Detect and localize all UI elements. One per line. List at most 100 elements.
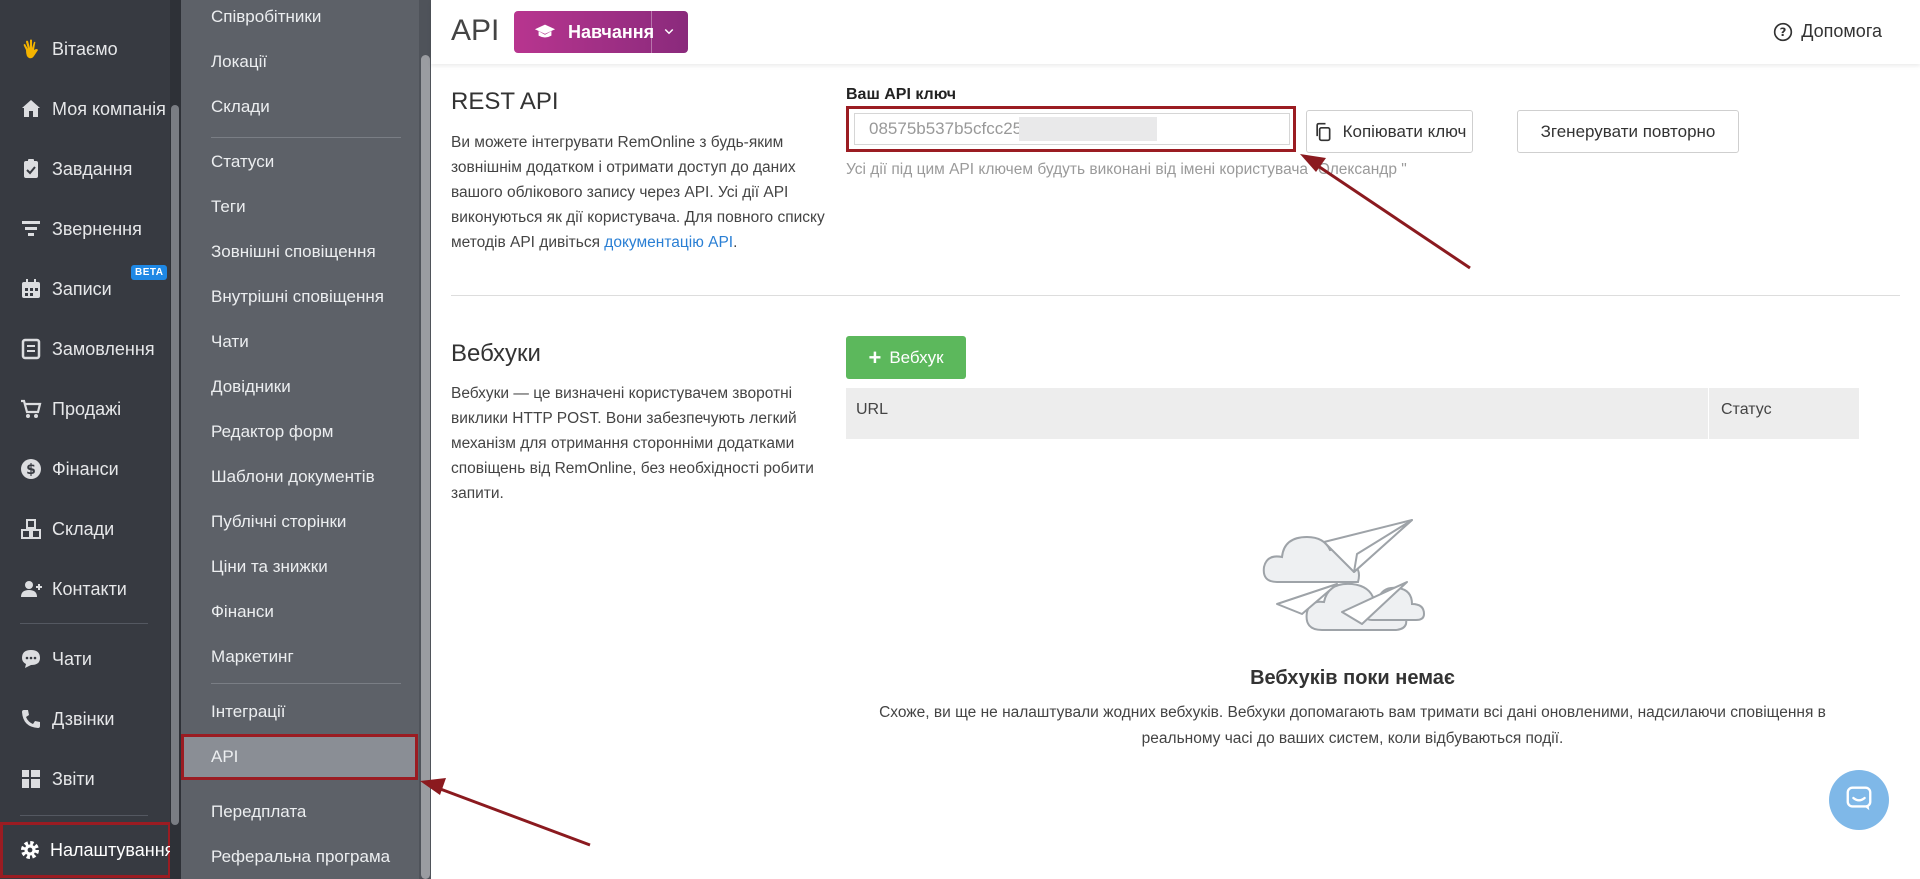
nav-item-calls[interactable]: Дзвінки [0, 691, 170, 747]
chat-icon [18, 646, 44, 672]
nav-item-my-company[interactable]: Моя компанія [0, 81, 170, 137]
regenerate-key-label: Згенерувати повторно [1540, 121, 1716, 141]
nav-item-label: Звернення [52, 218, 142, 239]
subnav-item-label: Реферальна програма [211, 847, 391, 866]
subnav-item-directories[interactable]: Довідники [181, 365, 418, 409]
nav-item-contacts[interactable]: Контакти [0, 561, 170, 617]
support-chat-button[interactable] [1829, 770, 1889, 830]
subnav-item-statuses[interactable]: Статуси [181, 140, 418, 184]
subnav-item-prices-discounts[interactable]: Ціни та знижки [181, 545, 418, 589]
subnav-item-marketing[interactable]: Маркетинг [181, 635, 418, 679]
subnav-scrollbar-thumb[interactable] [421, 55, 430, 879]
subnav-item-document-templates[interactable]: Шаблони документів [181, 455, 418, 499]
learning-button[interactable]: Навчання [514, 11, 688, 53]
webhooks-title: Вебхуки [451, 340, 541, 367]
beta-badge: BETA [131, 265, 168, 280]
chevron-down-icon[interactable] [660, 22, 678, 40]
clipboard-check-icon [18, 156, 44, 182]
subnav-item-warehouses[interactable]: Склади [181, 85, 418, 129]
section-divider [451, 295, 1900, 296]
settings-subnav: Співробітники Локації Склади Статуси Тег… [181, 0, 431, 879]
subnav-item-label: Статуси [211, 152, 275, 171]
page-header: API Навчання ? Допомога [431, 0, 1920, 64]
subnav-item-label: Публічні сторінки [211, 512, 347, 531]
phone-icon [18, 706, 44, 732]
api-key-note: Усі дії під цим API ключем будуть викона… [846, 161, 1407, 178]
nav-item-reports[interactable]: Звіти [0, 751, 170, 807]
nav-item-tasks[interactable]: Завдання [0, 141, 170, 197]
regenerate-key-button[interactable]: Згенерувати повторно [1517, 110, 1739, 153]
nav-item-welcome[interactable]: Вітаємо [0, 21, 170, 77]
chat-bubble-icon [1844, 783, 1874, 818]
subnav-item-form-editor[interactable]: Редактор форм [181, 410, 418, 454]
rest-api-description: Ви можете інтегрувати RemOnline з будь-я… [451, 130, 831, 255]
add-webhook-button[interactable]: + Вебхук [846, 336, 966, 379]
subnav-item-label: Чати [211, 332, 249, 351]
nav-item-orders[interactable]: Замовлення [0, 321, 170, 377]
nav-scrollbar-thumb[interactable] [171, 105, 179, 825]
nav-item-label: Чати [52, 648, 92, 669]
copy-key-label: Копіювати ключ [1342, 121, 1467, 141]
nav-separator [20, 623, 148, 624]
page-title: API [451, 14, 500, 47]
subnav-item-locations[interactable]: Локації [181, 40, 418, 84]
subnav-item-label: Передплата [211, 802, 307, 821]
subnav-item-internal-notifications[interactable]: Внутрішні сповіщення [181, 275, 418, 319]
subnav-item-label: Локації [211, 52, 268, 71]
main-nav: Вітаємо Моя компанія Завдання Звернення … [0, 0, 181, 879]
users-icon [18, 576, 44, 602]
graduation-cap-icon [534, 21, 556, 43]
help-link[interactable]: ? Допомога [1773, 21, 1882, 42]
subnav-item-public-pages[interactable]: Публічні сторінки [181, 500, 418, 544]
subnav-item-employees[interactable]: Співробітники [181, 0, 418, 39]
nav-item-label: Фінанси [52, 458, 119, 479]
api-docs-link[interactable]: документацію API [604, 234, 733, 251]
nav-item-label: Продажі [52, 398, 122, 419]
empty-state-text: Схоже, ви ще не налаштували жодних вебху… [879, 704, 1826, 747]
subnav-item-tags[interactable]: Теги [181, 185, 418, 229]
subnav-separator [211, 137, 401, 138]
subnav-item-label: Внутрішні сповіщення [211, 287, 384, 306]
gear-icon [18, 837, 42, 863]
subnav-item-label: Інтеграції [211, 702, 286, 721]
home-icon [18, 96, 44, 122]
help-label: Допомога [1801, 21, 1882, 41]
webhooks-description: Вебхуки — це визначені користувачем звор… [451, 385, 814, 502]
api-key-redaction [1019, 117, 1157, 141]
wave-hand-icon [18, 36, 44, 62]
subnav-item-finance[interactable]: Фінанси [181, 590, 418, 634]
nav-item-warehouses[interactable]: Склади [0, 501, 170, 557]
plus-icon: + [868, 344, 882, 370]
nav-item-requests[interactable]: Звернення [0, 201, 170, 257]
boxes-icon [18, 516, 44, 542]
nav-item-settings[interactable]: Налаштування [0, 822, 175, 878]
subnav-item-chats[interactable]: Чати [181, 320, 418, 364]
nav-item-label: Моя компанія [52, 98, 166, 119]
subnav-separator [211, 683, 401, 684]
subnav-item-label: Співробітники [211, 7, 322, 26]
cart-icon [18, 396, 44, 422]
learning-button-divider [651, 11, 652, 53]
subnav-item-external-notifications[interactable]: Зовнішні сповіщення [181, 230, 418, 274]
nav-separator [20, 815, 148, 816]
nav-item-label: Налаштування [50, 839, 175, 860]
funnel-icon [18, 216, 44, 242]
subnav-item-subscription[interactable]: Передплата [181, 790, 418, 834]
nav-item-label: Контакти [52, 578, 127, 599]
subnav-item-integrations[interactable]: Інтеграції [181, 690, 418, 734]
subnav-item-api[interactable]: API [181, 734, 418, 780]
copy-icon [1313, 122, 1333, 142]
nav-item-label: Вітаємо [52, 38, 118, 59]
svg-text:$: $ [26, 462, 36, 478]
nav-item-label: Дзвінки [52, 708, 115, 729]
copy-key-button[interactable]: Копіювати ключ [1306, 110, 1473, 153]
subnav-item-label: Маркетинг [211, 647, 294, 666]
nav-item-label: Записи [52, 278, 112, 299]
svg-text:?: ? [1780, 25, 1787, 39]
order-icon [18, 336, 44, 362]
nav-item-sales[interactable]: Продажі [0, 381, 170, 437]
subnav-item-referral-program[interactable]: Реферальна програма [181, 835, 418, 879]
nav-item-chats[interactable]: Чати [0, 631, 170, 687]
nav-item-finance[interactable]: $ Фінанси [0, 441, 170, 497]
empty-state-title: Вебхуків поки немає [1250, 667, 1455, 689]
